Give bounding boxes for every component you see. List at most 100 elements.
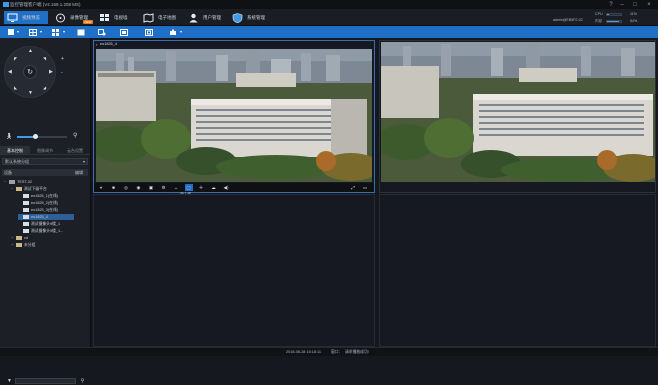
split-screen-icon[interactable] [28, 28, 38, 36]
volume-icon[interactable]: ◀) [222, 184, 230, 191]
fullscreen-icon[interactable]: ⤢ [349, 184, 357, 191]
video-pane-4[interactable] [379, 194, 656, 347]
tree-item[interactable]: − TEST-02 [4, 179, 32, 185]
tab-user-management[interactable]: 用户管理 [188, 11, 221, 24]
ptz-down-left-icon[interactable]: ◣ [14, 85, 17, 90]
view-toolbar: ▾ ▾ ▾ ▾ [0, 26, 658, 38]
tree-item-label: cd [24, 236, 29, 240]
tab-video-preview[interactable]: 视频预览 [4, 11, 48, 24]
tree-item[interactable]: + 未分组 [11, 242, 35, 248]
ptz-icon[interactable]: ✛ [197, 184, 205, 191]
tree-item[interactable]: 测试摄像头9楼_1 [18, 221, 60, 227]
ptz-up-right-icon[interactable]: ◥ [43, 56, 46, 61]
maximize-button[interactable]: □ [630, 0, 640, 9]
zoom-out-icon[interactable]: - [61, 70, 63, 76]
camera-feed-2 [381, 42, 655, 182]
ptz-speed-knob[interactable] [32, 134, 38, 139]
chevron-down-icon[interactable]: ▾ [63, 29, 65, 34]
left-panel: ▲ ▼ ◀ ▶ ◤ ◥ ◣ ◢ ↻ + - 🚶︎ ⚲ 基本控制 图像调节 云台设… [0, 38, 91, 384]
grid-icon[interactable] [51, 28, 61, 36]
video-control-bar: ⌖ ■ ◎ ◉ ▣ ⚙ ↔ ▢ ✛ ☁ ◀) ⤢ ▭ [94, 183, 374, 192]
chevron-down-icon[interactable]: ▾ [180, 29, 182, 34]
ptz-right-icon[interactable]: ▶ [49, 70, 53, 75]
folder-icon [16, 187, 22, 191]
camera-icon [23, 229, 29, 233]
crosshair-icon[interactable]: ⌖ [97, 184, 105, 191]
tree-item-label: TEST-02 [17, 180, 32, 184]
ptz-left-icon[interactable]: ◀ [8, 70, 12, 75]
title-bar: 监控管理客户端 (V4.169.1.208 MS) ? – □ × [0, 0, 658, 9]
cloud-icon[interactable]: ☁ [210, 184, 218, 191]
video-pane-3[interactable] [93, 194, 375, 347]
status-bar: 2018-08-28 15:18:11 窗口： 请求播放成功! [0, 347, 658, 356]
tree-item-label: 测试摄像头9楼_1 [31, 222, 61, 226]
zoom-icon[interactable]: ◎ [122, 184, 130, 191]
expand-icon[interactable] [144, 28, 154, 36]
folder-icon [16, 236, 22, 240]
layout-icon[interactable] [6, 28, 16, 36]
cpu-meter-fill [607, 14, 609, 15]
close-button[interactable]: × [644, 0, 654, 9]
tree-item[interactable]: eo1825_1(在线) [18, 193, 58, 199]
tree-item[interactable]: eo1825_2(在线) [18, 200, 58, 206]
tree-item[interactable]: eo1825_4 [18, 214, 74, 220]
search-icon[interactable]: ⚲ [79, 378, 86, 385]
target-icon[interactable]: ◉ [135, 184, 143, 191]
ptz-up-icon[interactable]: ▲ [28, 49, 33, 54]
chevron-down-icon: ▾ [82, 159, 85, 164]
help-icon[interactable]: ? [606, 0, 616, 9]
window-icon[interactable] [119, 28, 129, 36]
fullscreen-icon[interactable] [76, 28, 86, 36]
cpu-label: CPU [595, 12, 603, 16]
ptz-down-icon[interactable]: ▼ [28, 91, 33, 96]
window-icon[interactable]: ▢ [184, 184, 193, 191]
app-title: 监控管理客户端 (V4.169.1.208 MS) [10, 1, 81, 7]
minimize-button[interactable]: – [617, 0, 627, 9]
tab-ptz-settings[interactable]: 云台设置 [60, 146, 90, 154]
tab-basic-control[interactable]: 基本控制 [0, 146, 30, 154]
tab-e-map[interactable]: 电子地图 [143, 11, 176, 24]
chevron-down-icon[interactable]: ▾ [17, 29, 19, 34]
ptz-joystick[interactable]: ▲ ▼ ◀ ▶ ◤ ◥ ◣ ◢ ↻ [4, 46, 56, 98]
app-logo-icon [3, 2, 9, 7]
tree-item[interactable]: + cd [11, 235, 28, 241]
map-icon [143, 12, 154, 23]
tab-system-management[interactable]: 系统管理 [232, 11, 265, 24]
ptz-up-left-icon[interactable]: ◤ [14, 56, 17, 61]
ptz-down-right-icon[interactable]: ◢ [43, 85, 46, 90]
camera-icon [23, 194, 29, 198]
grid-icon[interactable]: ▣ [147, 184, 155, 191]
tree-item[interactable]: eo1825_3(在线) [18, 207, 58, 213]
monitor-icon [7, 13, 18, 23]
search-input[interactable] [15, 378, 76, 384]
video-pane-2[interactable] [379, 40, 656, 193]
new-badge: NEW [83, 20, 93, 24]
chevron-down-icon[interactable]: ▾ [40, 29, 42, 34]
split-icon[interactable]: ↔ [172, 184, 180, 191]
screen-mode-icon[interactable]: ▭ [361, 184, 369, 191]
tab-video-wall[interactable]: 电视墙 [99, 11, 128, 24]
location-pin-icon[interactable]: ⚲ [73, 132, 77, 139]
camera-status-icon: ▪ [96, 42, 98, 47]
shield-icon [232, 12, 243, 23]
stop-icon[interactable]: ■ [110, 184, 118, 191]
settings-icon[interactable]: ⚙ [160, 184, 168, 191]
ptz-reset-button[interactable]: ↻ [23, 65, 37, 79]
video-pane-1[interactable]: ▪ eo1825_4 ⌖ ■ ◎ ◉ ▣ ⚙ ↔ ▢ ✛ ☁ ◀) ⤢ ▭ [93, 40, 375, 193]
tree-item-label: eo1825_2(在线) [31, 201, 59, 205]
tree-item-label: 测试摄像头9楼_1... [31, 229, 64, 233]
record-icon[interactable] [97, 28, 107, 36]
current-user[interactable]: admin@EB5F2-02 [553, 18, 583, 22]
edit-button[interactable]: 编辑 [75, 169, 83, 176]
memory-meter-fill [607, 21, 619, 22]
tree-item[interactable]: 测试摄像头9楼_1... [18, 228, 63, 234]
ptz-speed-slider[interactable] [17, 134, 67, 139]
video-wall-icon [99, 13, 110, 23]
tree-item[interactable]: − 测试下级平台 [11, 186, 47, 192]
zoom-in-icon[interactable]: + [61, 56, 64, 62]
tab-image-adjust[interactable]: 图像调节 [30, 146, 60, 154]
tree-item-label: 未分组 [24, 243, 36, 247]
filter-icon[interactable]: ▼ [6, 378, 13, 385]
snapshot-icon[interactable] [168, 28, 178, 36]
group-select[interactable]: 默认系统分组 ▾ [2, 158, 88, 165]
